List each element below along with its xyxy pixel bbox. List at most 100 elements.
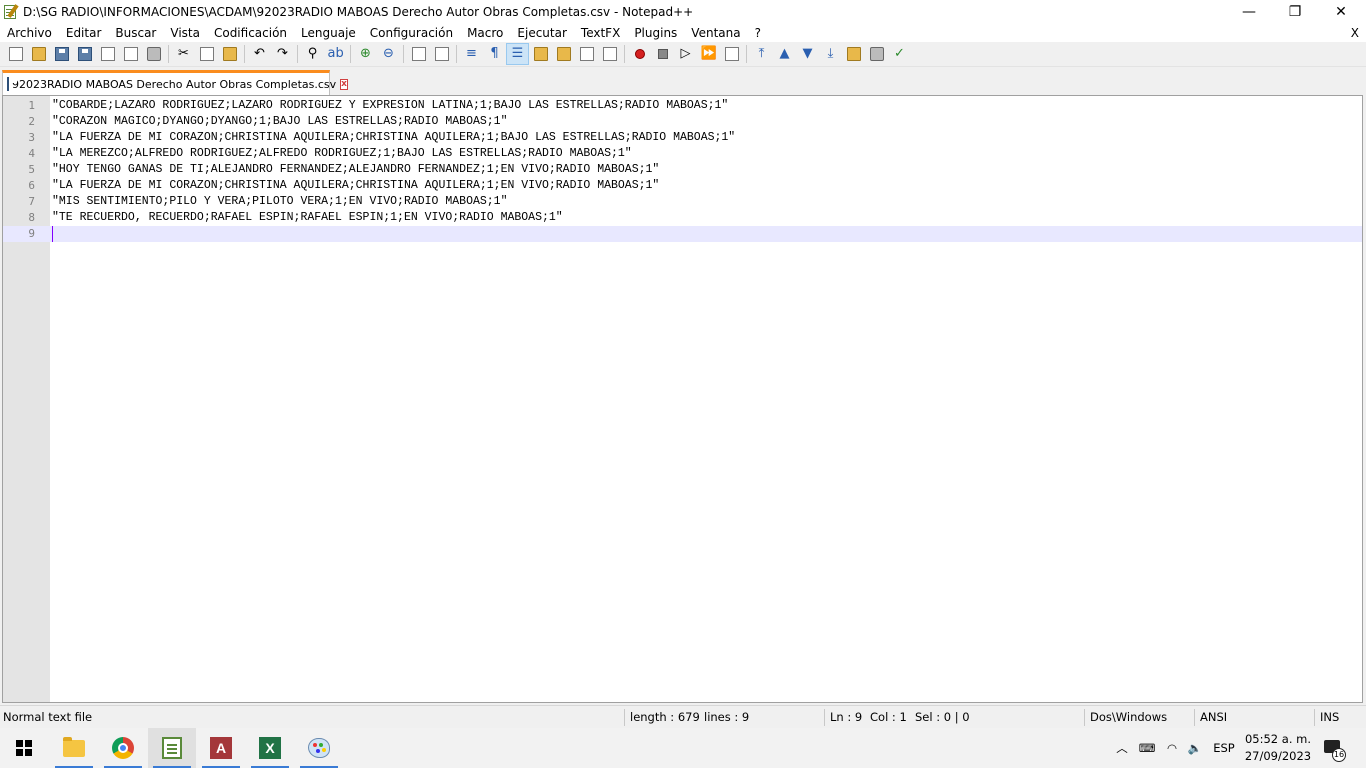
tray-show-hidden[interactable]: ︿ bbox=[1114, 728, 1130, 768]
status-encoding[interactable]: ANSI bbox=[1197, 706, 1227, 729]
editor-area[interactable]: 1 "COBARDE;LAZARO RODRIGUEZ;LAZARO RODRIG… bbox=[2, 95, 1363, 703]
replace-icon: ab bbox=[327, 46, 344, 61]
close-all-button[interactable] bbox=[119, 43, 142, 65]
word-wrap-button[interactable]: ≡ bbox=[460, 43, 483, 65]
sync-vertical-button[interactable] bbox=[407, 43, 430, 65]
plugin-folder-button[interactable] bbox=[842, 43, 865, 65]
editor-line[interactable]: 2 "CORAZON MAGICO;DYANGO;DYANGO;1;BAJO LA… bbox=[3, 114, 1362, 130]
menu-ventana[interactable]: Ventana bbox=[684, 26, 747, 40]
macro-stop-button[interactable] bbox=[651, 43, 674, 65]
close-file-icon bbox=[100, 47, 115, 61]
close-button[interactable]: ✕ bbox=[1318, 0, 1364, 24]
macro-run-multiple-button[interactable]: ⏩ bbox=[697, 43, 720, 65]
show-all-chars-button[interactable]: ¶ bbox=[483, 43, 506, 65]
menu-archivo[interactable]: Archivo bbox=[0, 26, 59, 40]
menu-textfx[interactable]: TextFX bbox=[574, 26, 627, 40]
tray-volume[interactable]: 🔈 bbox=[1186, 728, 1204, 768]
tab-label: 92023RADIO MABOAS Derecho Autor Obras Co… bbox=[12, 77, 337, 91]
function-list-icon bbox=[579, 47, 594, 61]
save-all-button[interactable] bbox=[73, 43, 96, 65]
notepadpp-app-icon[interactable] bbox=[3, 4, 19, 20]
maximize-button[interactable]: ❐ bbox=[1272, 0, 1318, 24]
sync-horizontal-button[interactable] bbox=[430, 43, 453, 65]
spell-check-button[interactable]: ✓ bbox=[888, 43, 911, 65]
plugin-folder-icon bbox=[846, 47, 861, 61]
move-bottom-button[interactable]: ⤓ bbox=[819, 43, 842, 65]
close-file-button[interactable] bbox=[96, 43, 119, 65]
editor-line[interactable]: 5 "HOY TENGO GANAS DE TI;ALEJANDRO FERNAN… bbox=[3, 162, 1362, 178]
status-insert-mode[interactable]: INS bbox=[1317, 706, 1339, 729]
start-button[interactable] bbox=[0, 728, 48, 768]
folder-workspace-button[interactable] bbox=[598, 43, 621, 65]
open-file-button[interactable] bbox=[27, 43, 50, 65]
move-down-button[interactable]: ▼ bbox=[796, 43, 819, 65]
notepadpp-icon bbox=[162, 737, 182, 759]
editor-line[interactable]: 9 bbox=[3, 226, 1362, 242]
find-button[interactable]: ⚲ bbox=[301, 43, 324, 65]
tray-language[interactable]: ESP bbox=[1212, 728, 1236, 768]
minimize-button[interactable]: — bbox=[1226, 0, 1272, 24]
editor-line[interactable]: 1 "COBARDE;LAZARO RODRIGUEZ;LAZARO RODRIG… bbox=[3, 98, 1362, 114]
menu-codificacion[interactable]: Codificación bbox=[207, 26, 294, 40]
undo-button[interactable]: ↶ bbox=[248, 43, 271, 65]
menu-help[interactable]: ? bbox=[748, 26, 768, 40]
status-eol[interactable]: Dos\Windows bbox=[1087, 706, 1167, 729]
zoom-in-button[interactable]: ⊕ bbox=[354, 43, 377, 65]
editor-line[interactable]: 4 "LA MEREZCO;ALFREDO RODRIGUEZ;ALFREDO R… bbox=[3, 146, 1362, 162]
function-list-button[interactable] bbox=[575, 43, 598, 65]
editor-line[interactable]: 8 "TE RECUERDO, RECUERDO;RAFAEL ESPIN;RAF… bbox=[3, 210, 1362, 226]
tray-network[interactable]: ◠ bbox=[1163, 728, 1181, 768]
macro-play-button[interactable]: ▷ bbox=[674, 43, 697, 65]
menu-editar[interactable]: Editar bbox=[59, 26, 109, 40]
taskbar-access[interactable]: A bbox=[197, 728, 245, 768]
taskbar-excel[interactable]: X bbox=[246, 728, 294, 768]
macro-record-button[interactable] bbox=[628, 43, 651, 65]
notification-center-button[interactable]: 16 bbox=[1322, 738, 1346, 762]
tab-document[interactable]: 92023RADIO MABOAS Derecho Autor Obras Co… bbox=[2, 70, 348, 95]
doc-map-button[interactable] bbox=[552, 43, 575, 65]
editor-line[interactable]: 6 "LA FUERZA DE MI CORAZON;CHRISTINA AQUI… bbox=[3, 178, 1362, 194]
taskbar-notepadpp[interactable] bbox=[148, 728, 196, 768]
line-text: "LA MEREZCO;ALFREDO RODRIGUEZ;ALFREDO RO… bbox=[52, 147, 632, 160]
taskbar-chrome[interactable] bbox=[99, 728, 147, 768]
taskbar-paint[interactable] bbox=[295, 728, 343, 768]
sync-horizontal-icon bbox=[434, 47, 449, 61]
menu-buscar[interactable]: Buscar bbox=[108, 26, 163, 40]
move-top-button[interactable]: ⤒ bbox=[750, 43, 773, 65]
title-bar: D:\SG RADIO\INFORMACIONES\ACDAM\92023RAD… bbox=[0, 0, 1366, 24]
copy-button[interactable] bbox=[195, 43, 218, 65]
move-up-button[interactable]: ▲ bbox=[773, 43, 796, 65]
menu-vista[interactable]: Vista bbox=[163, 26, 207, 40]
toolbar-separator bbox=[403, 45, 404, 63]
tab-close-icon[interactable]: x bbox=[340, 78, 348, 90]
close-document-button[interactable]: X bbox=[1351, 24, 1359, 42]
clock-time: 05:52 a. m. bbox=[1244, 732, 1311, 746]
tray-clock[interactable]: 05:52 a. m. 27/09/2023 bbox=[1240, 728, 1316, 768]
menu-ejecutar[interactable]: Ejecutar bbox=[510, 26, 574, 40]
print-button[interactable] bbox=[142, 43, 165, 65]
replace-button[interactable]: ab bbox=[324, 43, 347, 65]
indent-guide-button[interactable]: ☰ bbox=[506, 43, 529, 65]
status-divider bbox=[1194, 709, 1195, 726]
plugin-print-button[interactable] bbox=[865, 43, 888, 65]
tray-input-indicator[interactable]: ⌨ bbox=[1138, 728, 1156, 768]
text-caret bbox=[52, 226, 53, 242]
editor-line[interactable]: 3 "LA FUERZA DE MI CORAZON;CHRISTINA AQUI… bbox=[3, 130, 1362, 146]
new-file-button[interactable] bbox=[4, 43, 27, 65]
move-top-icon: ⤒ bbox=[758, 46, 765, 61]
status-sel: Sel : 0 | 0 bbox=[915, 710, 970, 724]
paste-button[interactable] bbox=[218, 43, 241, 65]
redo-button[interactable]: ↷ bbox=[271, 43, 294, 65]
macro-save-button[interactable] bbox=[720, 43, 743, 65]
editor-line[interactable]: 7 "MIS SENTIMIENTO;PILO Y VERA;PILOTO VER… bbox=[3, 194, 1362, 210]
user-language-icon bbox=[533, 47, 548, 61]
zoom-out-button[interactable]: ⊖ bbox=[377, 43, 400, 65]
taskbar-file-explorer[interactable] bbox=[50, 728, 98, 768]
menu-lenguaje[interactable]: Lenguaje bbox=[294, 26, 363, 40]
menu-plugins[interactable]: Plugins bbox=[627, 26, 684, 40]
user-language-button[interactable] bbox=[529, 43, 552, 65]
save-button[interactable] bbox=[50, 43, 73, 65]
cut-button[interactable]: ✂ bbox=[172, 43, 195, 65]
menu-configuracion[interactable]: Configuración bbox=[363, 26, 460, 40]
menu-macro[interactable]: Macro bbox=[460, 26, 510, 40]
